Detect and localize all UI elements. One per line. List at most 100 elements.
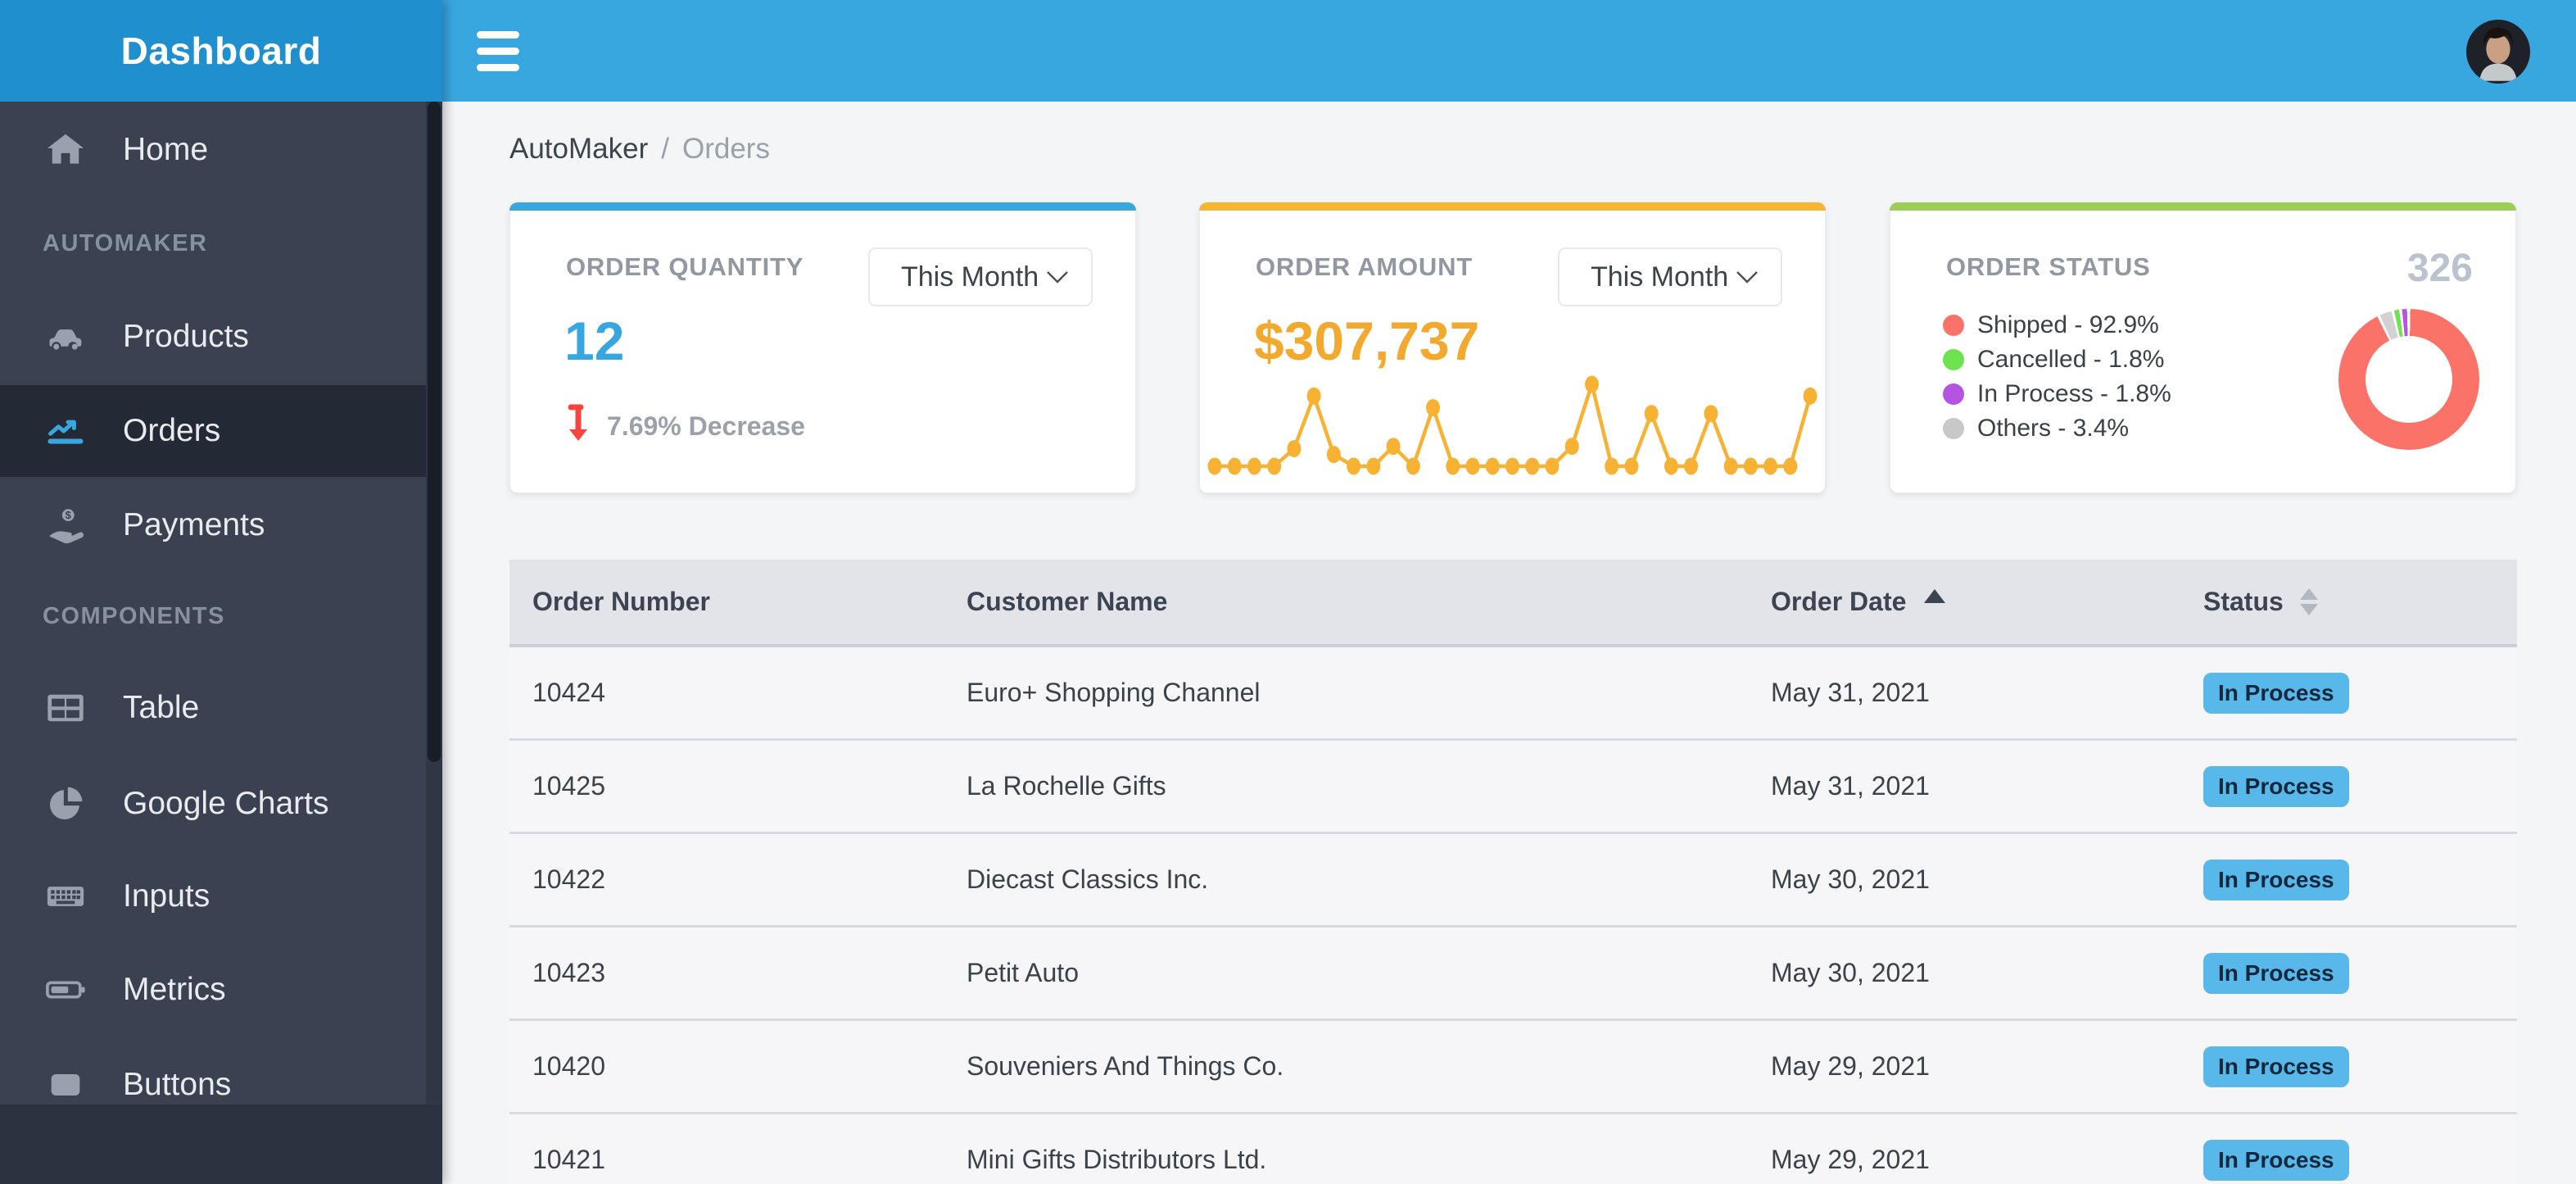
status-badge: In Process — [2203, 952, 2349, 994]
sidebar-item-label: Inputs — [123, 878, 211, 914]
cell-status: In Process — [2203, 672, 2494, 714]
sidebar-item-home[interactable]: Home — [0, 102, 442, 198]
column-label: Order Date — [1771, 587, 1907, 616]
legend-item-shipped: Shipped - 92.9% — [1943, 308, 2171, 342]
battery-icon — [43, 967, 88, 1013]
sidebar-item-products[interactable]: Products — [0, 288, 442, 385]
column-header-order-date[interactable]: Order Date — [1771, 587, 2203, 617]
cell-order-date: May 31, 2021 — [1771, 678, 1930, 707]
table-row[interactable]: 10422 Diecast Classics Inc. May 30, 2021… — [509, 834, 2517, 928]
order-status-total: 326 — [2406, 247, 2473, 290]
legend-item-in-process: In Process - 1.8% — [1943, 377, 2171, 411]
breadcrumb-parent[interactable]: AutoMaker — [509, 133, 648, 166]
cell-customer-name: Diecast Classics Inc. — [967, 864, 1209, 894]
pie-chart-icon — [43, 781, 88, 827]
button-icon — [43, 1062, 88, 1105]
main-content: AutoMaker / Orders ORDER QUANTITY This M… — [442, 102, 2576, 1184]
legend-dot-others — [1943, 418, 1964, 439]
sort-unsorted-icon — [2299, 588, 2318, 615]
sidebar-item-orders[interactable]: Orders — [0, 385, 442, 477]
cell-status: In Process — [2203, 952, 2494, 994]
order-quantity-period-select[interactable]: This Month — [868, 247, 1093, 306]
status-badge: In Process — [2203, 1046, 2349, 1087]
user-avatar[interactable] — [2466, 20, 2530, 84]
sidebar-item-buttons[interactable]: Buttons — [0, 1037, 442, 1105]
legend-dot-cancelled — [1943, 349, 1964, 370]
sidebar-item-table[interactable]: Table — [0, 660, 442, 756]
section-label: AUTOMAKER — [43, 229, 208, 256]
sidebar-item-metrics[interactable]: Metrics — [0, 942, 442, 1037]
sidebar-item-google-charts[interactable]: Google Charts — [0, 756, 442, 851]
table-row[interactable]: 10425 La Rochelle Gifts May 31, 2021 In … — [509, 741, 2517, 834]
cell-order-number: 10423 — [532, 958, 605, 987]
cell-status: In Process — [2203, 765, 2494, 807]
cell-order-number: 10421 — [532, 1145, 605, 1174]
cell-status: In Process — [2203, 1139, 2494, 1181]
cell-order-number: 10422 — [532, 864, 605, 894]
cell-order-date: May 29, 2021 — [1771, 1145, 1930, 1174]
card-accent-bar — [509, 202, 1136, 211]
cell-order-date: May 30, 2021 — [1771, 958, 1930, 987]
legend-item-others: Others - 3.4% — [1943, 411, 2171, 446]
line-chart-icon — [43, 408, 88, 454]
table-row[interactable]: 10423 Petit Auto May 30, 2021 In Process — [509, 928, 2517, 1021]
table-row[interactable]: 10424 Euro+ Shopping Channel May 31, 202… — [509, 647, 2517, 741]
cell-order-number: 10420 — [532, 1051, 605, 1081]
sidebar-item-payments[interactable]: $ Payments — [0, 477, 442, 574]
cell-order-date: May 30, 2021 — [1771, 864, 1930, 894]
order-amount-card: ORDER AMOUNT This Month $307,737 — [1199, 202, 1826, 493]
sidebar-item-inputs[interactable]: Inputs — [0, 851, 442, 942]
order-quantity-card: ORDER QUANTITY This Month 12 7.69% Decre… — [509, 202, 1136, 493]
hamburger-menu-icon[interactable] — [477, 22, 534, 79]
cell-customer-name: La Rochelle Gifts — [967, 771, 1166, 801]
order-amount-value: $307,737 — [1254, 311, 1480, 371]
legend-dot-shipped — [1943, 315, 1964, 336]
legend-dot-in-process — [1943, 383, 1964, 405]
chevron-down-icon — [1736, 271, 1758, 284]
sidebar-section-automaker: AUTOMAKER — [0, 198, 442, 288]
car-icon — [43, 314, 88, 360]
cell-order-date: May 31, 2021 — [1771, 771, 1930, 801]
card-accent-bar — [1199, 202, 1826, 211]
cell-order-date: May 29, 2021 — [1771, 1051, 1930, 1081]
breadcrumb-current: Orders — [681, 133, 770, 165]
cell-order-number: 10425 — [532, 771, 605, 801]
order-status-card: ORDER STATUS 326 Shipped - 92.9% Cancell… — [1890, 202, 2516, 493]
keyboard-icon — [43, 873, 88, 919]
sidebar-scrollbar-thumb[interactable] — [428, 102, 441, 762]
decrease-arrow-icon — [564, 403, 592, 450]
sidebar-item-label: Products — [123, 319, 249, 354]
column-header-order-number[interactable]: Order Number — [509, 587, 967, 617]
sidebar-item-label: Google Charts — [123, 785, 329, 821]
legend-label: Others - 3.4% — [1977, 415, 2130, 442]
sidebar-item-label: Payments — [123, 507, 265, 542]
selected-period: This Month — [901, 261, 1039, 293]
sidebar-scrollbar[interactable] — [426, 102, 442, 1105]
sidebar-header: Dashboard — [0, 0, 442, 102]
sidebar-item-label: Table — [123, 690, 200, 725]
home-icon — [43, 127, 88, 173]
order-status-donut-chart — [2338, 309, 2479, 450]
cell-order-number: 10424 — [532, 678, 605, 707]
column-header-status[interactable]: Status — [2203, 587, 2494, 617]
card-title: ORDER STATUS — [1946, 252, 2151, 281]
table-row[interactable]: 10421 Mini Gifts Distributors Ltd. May 2… — [509, 1114, 2517, 1184]
order-amount-period-select[interactable]: This Month — [1558, 247, 1782, 306]
cell-customer-name: Petit Auto — [967, 958, 1079, 987]
order-quantity-change: 7.69% Decrease — [564, 403, 805, 450]
column-label: Order Number — [532, 587, 710, 616]
card-title: ORDER AMOUNT — [1256, 252, 1474, 281]
breadcrumb-separator: / — [661, 133, 669, 165]
orders-table: Order Number Customer Name Order Date St… — [509, 560, 2517, 1184]
status-badge: In Process — [2203, 765, 2349, 807]
status-badge: In Process — [2203, 1139, 2349, 1181]
svg-text:$: $ — [66, 509, 72, 521]
cell-status: In Process — [2203, 859, 2494, 900]
status-badge: In Process — [2203, 672, 2349, 714]
column-header-customer-name[interactable]: Customer Name — [967, 587, 1771, 617]
column-label: Customer Name — [967, 587, 1168, 616]
legend-item-cancelled: Cancelled - 1.8% — [1943, 342, 2171, 377]
sidebar: Dashboard Home AUTOMAKER Products Orders… — [0, 0, 442, 1184]
table-row[interactable]: 10420 Souveniers And Things Co. May 29, … — [509, 1021, 2517, 1114]
cell-customer-name: Mini Gifts Distributors Ltd. — [967, 1145, 1267, 1174]
